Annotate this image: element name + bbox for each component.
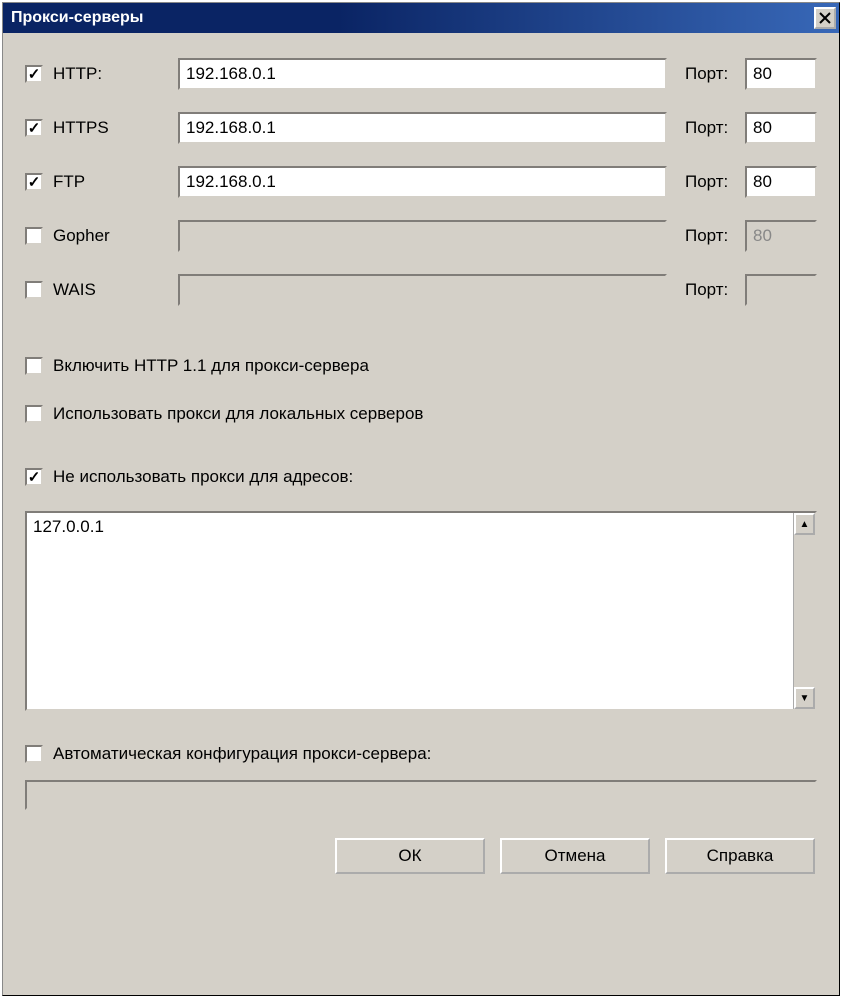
- wais-checkbox[interactable]: [25, 281, 43, 299]
- gopher-address-input: [178, 220, 667, 252]
- scrollbar: ▲ ▼: [793, 513, 815, 709]
- https-checkbox[interactable]: [25, 119, 43, 137]
- ftp-label[interactable]: FTP: [53, 172, 178, 192]
- autocfg-checkbox[interactable]: [25, 745, 43, 763]
- exclude-label[interactable]: Не использовать прокси для адресов:: [53, 467, 353, 487]
- https-port-input[interactable]: [745, 112, 817, 144]
- proxy-row-wais: WAIS Порт:: [25, 274, 817, 306]
- https-port-label: Порт:: [685, 118, 745, 138]
- autocfg-label[interactable]: Автоматическая конфигурация прокси-серве…: [53, 744, 431, 764]
- http-port-label: Порт:: [685, 64, 745, 84]
- window-title: Прокси-серверы: [11, 9, 143, 27]
- option-http11: Включить HTTP 1.1 для прокси-сервера: [25, 356, 817, 376]
- proxy-row-http: HTTP: Порт:: [25, 58, 817, 90]
- option-local: Использовать прокси для локальных сервер…: [25, 404, 817, 424]
- gopher-checkbox[interactable]: [25, 227, 43, 245]
- option-autocfg: Автоматическая конфигурация прокси-серве…: [25, 744, 817, 764]
- proxy-row-gopher: Gopher Порт:: [25, 220, 817, 252]
- http-address-input[interactable]: [178, 58, 667, 90]
- gopher-port-label: Порт:: [685, 226, 745, 246]
- ftp-address-input[interactable]: [178, 166, 667, 198]
- wais-port-input: [745, 274, 817, 306]
- button-row: ОК Отмена Справка: [25, 838, 817, 874]
- ftp-checkbox[interactable]: [25, 173, 43, 191]
- exclude-checkbox[interactable]: [25, 468, 43, 486]
- http-label[interactable]: HTTP:: [53, 64, 178, 84]
- http-checkbox[interactable]: [25, 65, 43, 83]
- https-label[interactable]: HTTPS: [53, 118, 178, 138]
- scroll-up-button[interactable]: ▲: [794, 513, 815, 535]
- help-button[interactable]: Справка: [665, 838, 815, 874]
- ftp-port-label: Порт:: [685, 172, 745, 192]
- gopher-port-input: [745, 220, 817, 252]
- http11-label[interactable]: Включить HTTP 1.1 для прокси-сервера: [53, 356, 369, 376]
- local-label[interactable]: Использовать прокси для локальных сервер…: [53, 404, 423, 424]
- autocfg-input: [25, 780, 817, 810]
- cancel-button[interactable]: Отмена: [500, 838, 650, 874]
- ok-button[interactable]: ОК: [335, 838, 485, 874]
- http11-checkbox[interactable]: [25, 357, 43, 375]
- wais-address-input: [178, 274, 667, 306]
- gopher-label[interactable]: Gopher: [53, 226, 178, 246]
- dialog-content: HTTP: Порт: HTTPS Порт: FTP Порт: Gopher: [3, 33, 839, 995]
- scroll-down-button[interactable]: ▼: [794, 687, 815, 709]
- exclude-textarea[interactable]: [27, 513, 793, 709]
- wais-label[interactable]: WAIS: [53, 280, 178, 300]
- option-exclude: Не использовать прокси для адресов:: [25, 467, 817, 487]
- ftp-port-input[interactable]: [745, 166, 817, 198]
- exclude-textarea-wrap: ▲ ▼: [25, 511, 817, 711]
- http-port-input[interactable]: [745, 58, 817, 90]
- titlebar: Прокси-серверы: [3, 3, 839, 33]
- https-address-input[interactable]: [178, 112, 667, 144]
- wais-port-label: Порт:: [685, 280, 745, 300]
- local-checkbox[interactable]: [25, 405, 43, 423]
- proxy-row-ftp: FTP Порт:: [25, 166, 817, 198]
- proxy-dialog: Прокси-серверы HTTP: Порт: HTTPS Порт: F…: [2, 2, 840, 996]
- proxy-row-https: HTTPS Порт:: [25, 112, 817, 144]
- close-button[interactable]: [814, 7, 836, 29]
